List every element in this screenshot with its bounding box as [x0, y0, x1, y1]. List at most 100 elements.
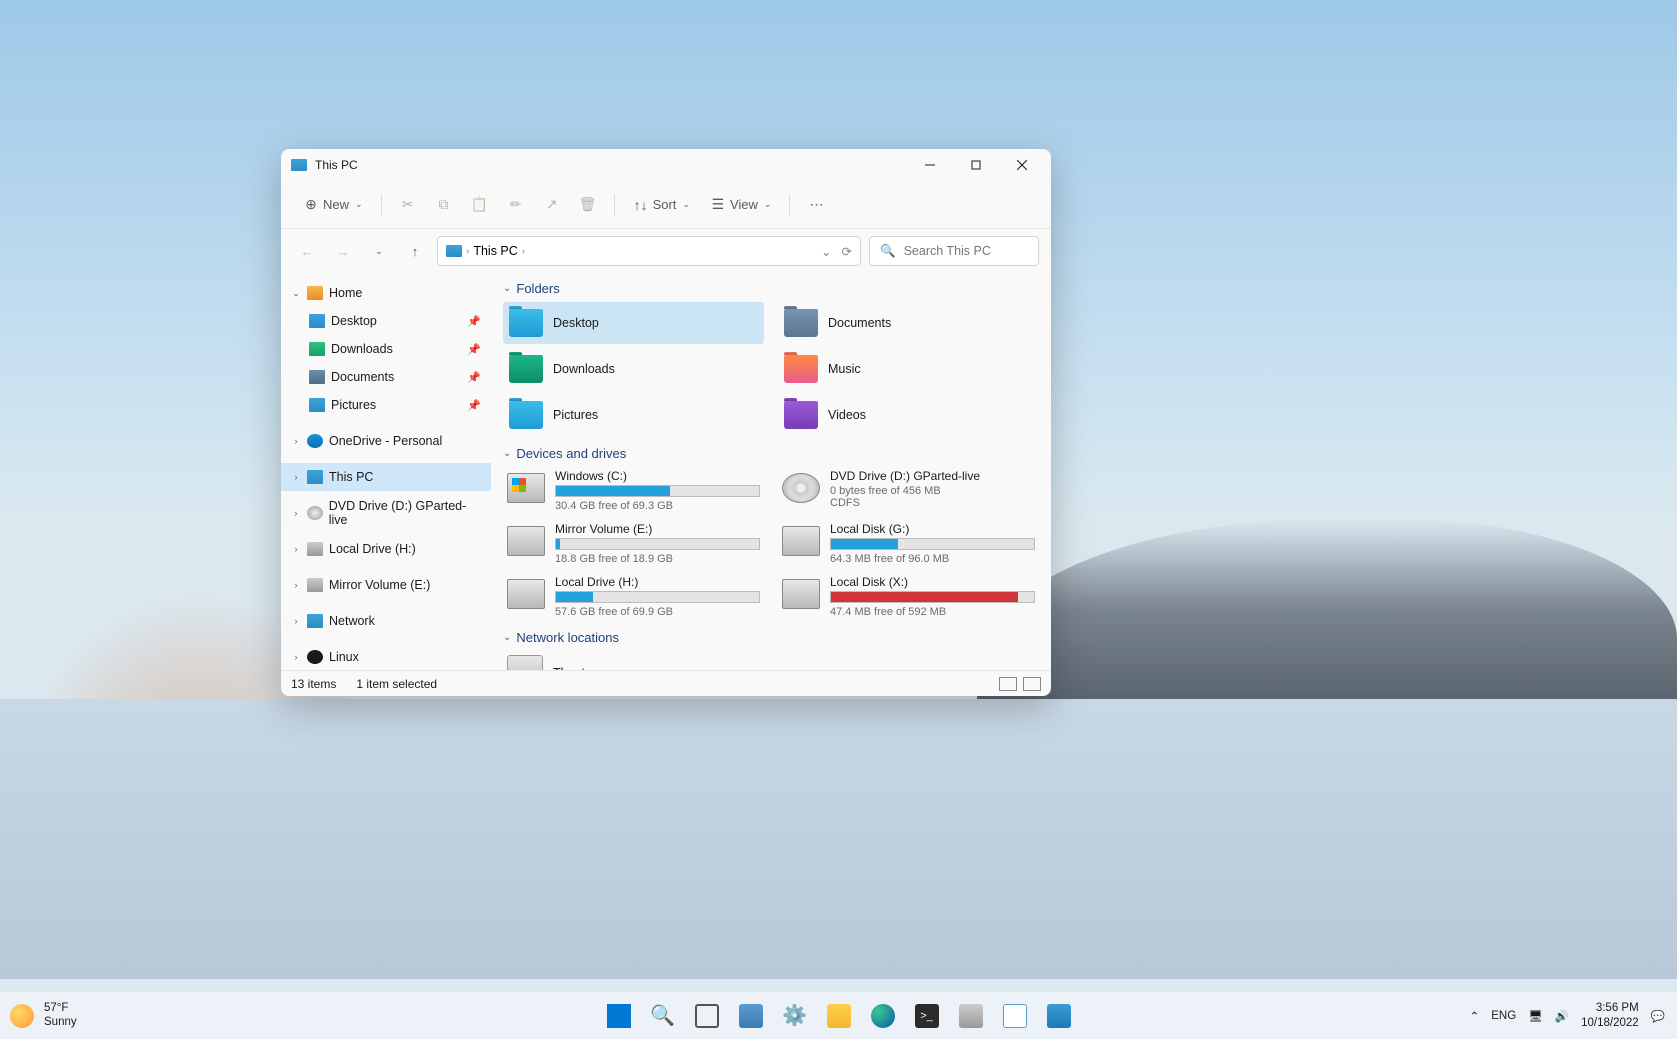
folder-documents[interactable]: Documents — [778, 302, 1039, 344]
new-button[interactable]: ⊕ New ⌄ — [295, 192, 371, 218]
titlebar[interactable]: This PC — [281, 149, 1051, 181]
address-bar[interactable]: › This PC › ⌄ ⟳ — [437, 236, 861, 266]
taskbar-app-diskmgmt[interactable] — [951, 996, 991, 1036]
tiles-view-button[interactable] — [1023, 677, 1041, 691]
drive-c[interactable]: Windows (C:)30.4 GB free of 69.3 GB — [503, 467, 764, 514]
maximize-button[interactable] — [953, 150, 999, 180]
network-location-theater[interactable]: Theater — [503, 651, 1039, 670]
music-folder-icon — [784, 355, 818, 383]
documents-icon — [309, 370, 325, 384]
chevron-right-icon[interactable]: › — [291, 472, 301, 482]
selection-count: 1 item selected — [356, 677, 437, 691]
forward-button[interactable]: → — [329, 237, 357, 265]
paste-button[interactable]: 📋 — [464, 192, 496, 218]
drive-d[interactable]: DVD Drive (D:) GParted-live0 bytes free … — [778, 467, 1039, 514]
taskbar-app-widgets[interactable] — [731, 996, 771, 1036]
folder-downloads[interactable]: Downloads — [503, 348, 764, 390]
rename-button[interactable]: ✏ — [500, 192, 532, 218]
sidebar-item-dvd[interactable]: ›DVD Drive (D:) GParted-live — [281, 499, 491, 527]
sidebar-item-mirrore[interactable]: ›Mirror Volume (E:) — [281, 571, 491, 599]
folder-music[interactable]: Music — [778, 348, 1039, 390]
sort-button[interactable]: ↑↓ Sort ⌄ — [625, 192, 698, 218]
more-button[interactable]: ⋯ — [800, 192, 832, 218]
taskbar-app-store[interactable] — [1039, 996, 1079, 1036]
up-button[interactable]: ↑ — [401, 237, 429, 265]
weather-temp: 57°F — [44, 1002, 77, 1016]
taskbar-app-edge[interactable] — [863, 996, 903, 1036]
taskbar-app-terminal[interactable]: >_ — [907, 996, 947, 1036]
folder-pictures[interactable]: Pictures — [503, 394, 764, 436]
edge-icon — [871, 1004, 895, 1028]
chevron-right-icon[interactable]: › — [291, 616, 301, 626]
notifications-button[interactable]: 💬 — [1651, 1009, 1665, 1023]
sidebar-item-network[interactable]: ›Network — [281, 607, 491, 635]
volume-tray-icon[interactable]: 🔊 — [1555, 1009, 1569, 1023]
close-button[interactable] — [999, 150, 1045, 180]
sidebar-item-onedrive[interactable]: ›OneDrive - Personal — [281, 427, 491, 455]
cut-button[interactable]: ✂ — [392, 192, 424, 218]
section-header-network[interactable]: ⌄Network locations — [503, 630, 1039, 645]
paste-icon: 📋 — [472, 197, 488, 213]
view-button[interactable]: ☰ View ⌄ — [702, 192, 780, 218]
folder-videos[interactable]: Videos — [778, 394, 1039, 436]
drive-x[interactable]: Local Disk (X:)47.4 MB free of 592 MB — [778, 573, 1039, 620]
chevron-right-icon[interactable]: › — [291, 508, 301, 518]
back-button[interactable]: ← — [293, 237, 321, 265]
taskbar-app-explorer[interactable] — [819, 996, 859, 1036]
details-view-button[interactable] — [999, 677, 1017, 691]
cut-icon: ✂ — [400, 197, 416, 213]
recent-button[interactable]: ⌄ — [365, 237, 393, 265]
sidebar-item-linux[interactable]: ›Linux — [281, 643, 491, 670]
folder-desktop[interactable]: Desktop — [503, 302, 764, 344]
sidebar-item-localh[interactable]: ›Local Drive (H:) — [281, 535, 491, 563]
chevron-right-icon[interactable]: › — [291, 652, 301, 662]
sidebar-item-desktop[interactable]: Desktop📌 — [281, 307, 491, 335]
start-button[interactable] — [599, 996, 639, 1036]
pc-icon — [307, 470, 323, 484]
section-header-folders[interactable]: ⌄Folders — [503, 281, 1039, 296]
taskbar[interactable]: 57°FSunny 🔍 ⚙️ >_ ⌃ ENG 🖥 🔊 3:56 PM10/18… — [0, 991, 1677, 1039]
clock[interactable]: 3:56 PM10/18/2022 — [1581, 1001, 1639, 1030]
chevron-right-icon: › — [466, 246, 469, 257]
search-input[interactable]: 🔍 Search This PC — [869, 236, 1039, 266]
breadcrumb-segment[interactable]: This PC — [473, 244, 517, 258]
navigation-pane: ⌄Home Desktop📌 Downloads📌 Documents📌 Pic… — [281, 273, 491, 670]
chevron-down-icon: ⌄ — [682, 199, 690, 210]
chevron-right-icon[interactable]: › — [291, 436, 301, 446]
delete-button[interactable]: 🗑 — [572, 192, 604, 218]
chevron-down-icon[interactable]: ⌄ — [821, 244, 831, 259]
chevron-right-icon[interactable]: › — [291, 544, 301, 554]
sidebar-item-downloads[interactable]: Downloads📌 — [281, 335, 491, 363]
pin-icon: 📌 — [467, 371, 481, 384]
more-icon: ⋯ — [808, 197, 824, 213]
sidebar-item-thispc[interactable]: ›This PC — [281, 463, 491, 491]
linux-icon — [307, 650, 323, 664]
pin-icon: 📌 — [467, 315, 481, 328]
item-count: 13 items — [291, 677, 336, 691]
nav-bar: ← → ⌄ ↑ › This PC › ⌄ ⟳ 🔍 Search This PC — [281, 229, 1051, 273]
share-button[interactable]: ↗ — [536, 192, 568, 218]
sidebar-item-pictures[interactable]: Pictures📌 — [281, 391, 491, 419]
drive-e[interactable]: Mirror Volume (E:)18.8 GB free of 18.9 G… — [503, 520, 764, 567]
minimize-button[interactable] — [907, 150, 953, 180]
task-view-button[interactable] — [687, 996, 727, 1036]
sidebar-item-documents[interactable]: Documents📌 — [281, 363, 491, 391]
tray-chevron-icon[interactable]: ⌃ — [1470, 1009, 1480, 1023]
weather-widget[interactable]: 57°FSunny — [0, 1002, 200, 1030]
chevron-right-icon[interactable]: › — [291, 580, 301, 590]
delete-icon: 🗑 — [580, 197, 596, 213]
drive-g[interactable]: Local Disk (G:)64.3 MB free of 96.0 MB — [778, 520, 1039, 567]
taskview-icon — [695, 1004, 719, 1028]
network-tray-icon[interactable]: 🖥 — [1528, 1009, 1543, 1023]
language-indicator[interactable]: ENG — [1491, 1010, 1516, 1022]
sidebar-item-home[interactable]: ⌄Home — [281, 279, 491, 307]
refresh-button[interactable]: ⟳ — [842, 244, 852, 259]
taskbar-app-notepad[interactable] — [995, 996, 1035, 1036]
copy-button[interactable]: ⧉ — [428, 192, 460, 218]
chevron-down-icon[interactable]: ⌄ — [291, 288, 301, 299]
taskbar-app-settings[interactable]: ⚙️ — [775, 996, 815, 1036]
search-button[interactable]: 🔍 — [643, 996, 683, 1036]
section-header-drives[interactable]: ⌄Devices and drives — [503, 446, 1039, 461]
drive-h[interactable]: Local Drive (H:)57.6 GB free of 69.9 GB — [503, 573, 764, 620]
search-icon: 🔍 — [650, 1003, 675, 1028]
